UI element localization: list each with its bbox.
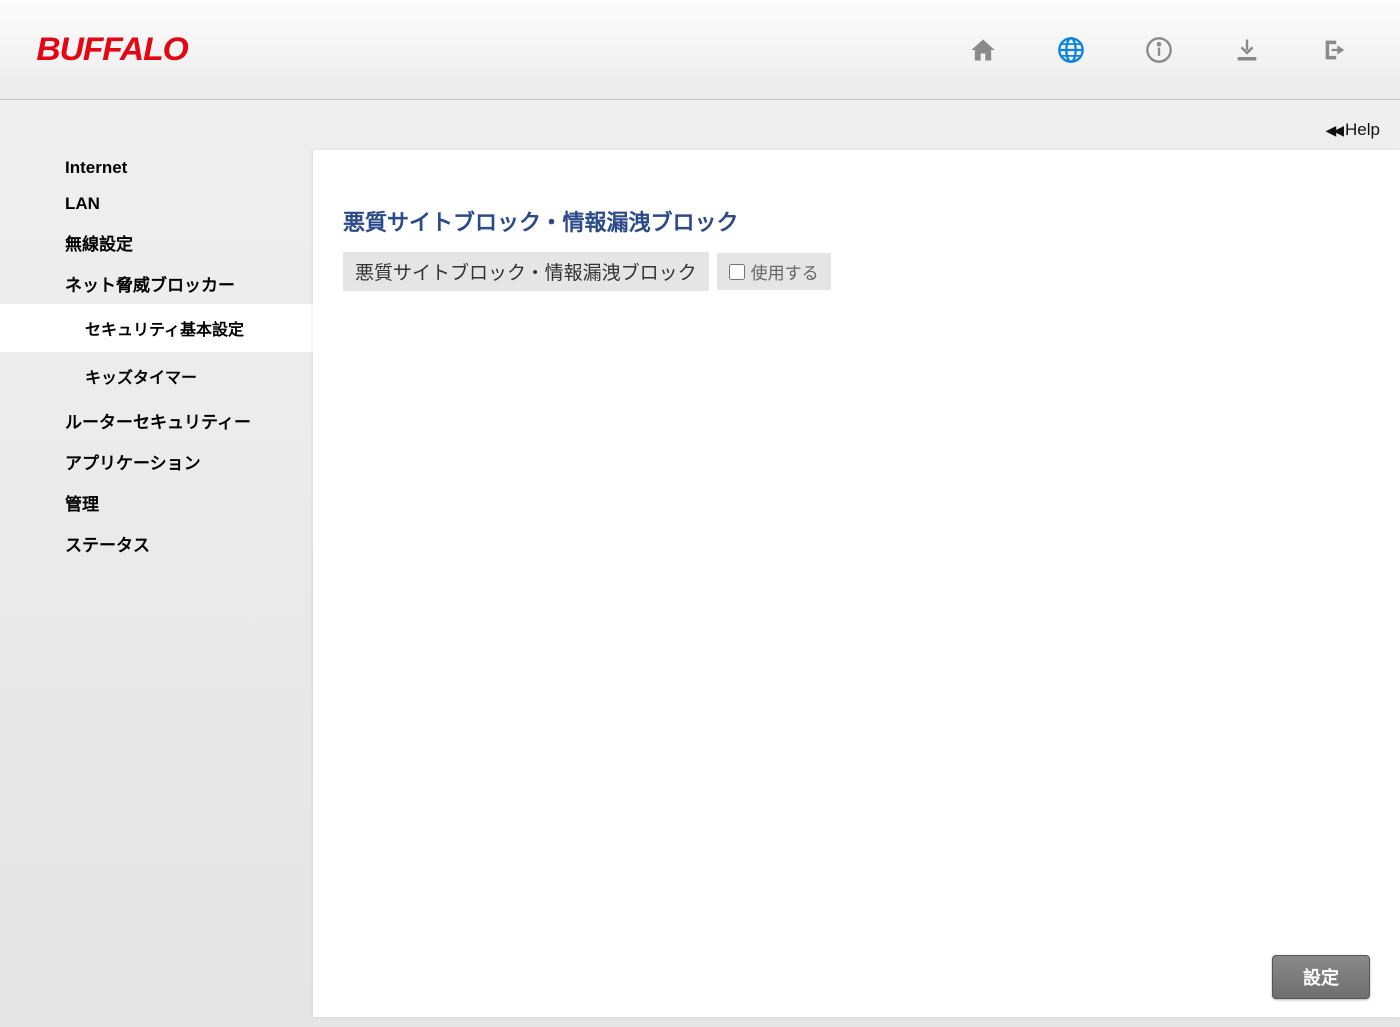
footer-button-area: 設定: [1272, 955, 1370, 999]
download-icon[interactable]: [1232, 35, 1262, 65]
header-icons: [968, 35, 1360, 65]
checkbox-label: 使用する: [751, 259, 819, 284]
sidebar-item-router-security[interactable]: ルーターセキュリティー: [0, 400, 313, 441]
info-icon[interactable]: [1144, 35, 1174, 65]
home-icon[interactable]: [968, 35, 998, 65]
setting-value: 使用する: [717, 253, 831, 290]
brand-logo: BUFFALO: [36, 31, 187, 68]
sidebar-item-internet[interactable]: Internet: [0, 150, 313, 186]
sidebar-item-lan[interactable]: LAN: [0, 186, 313, 222]
help-label: Help: [1345, 120, 1380, 140]
logout-icon[interactable]: [1320, 35, 1350, 65]
help-bar[interactable]: ◀◀ Help: [0, 100, 1400, 150]
sidebar-item-wireless[interactable]: 無線設定: [0, 222, 313, 263]
settings-button[interactable]: 設定: [1272, 955, 1370, 999]
setting-row: 悪質サイトブロック・情報漏洩ブロック 使用する: [343, 252, 1370, 291]
header: BUFFALO: [0, 0, 1400, 100]
section-title: 悪質サイトブロック・情報漏洩ブロック: [343, 205, 1370, 237]
sidebar-item-admin[interactable]: 管理: [0, 482, 313, 523]
globe-icon[interactable]: [1056, 35, 1086, 65]
main-container: Internet LAN 無線設定 ネット脅威ブロッカー セキュリティ基本設定 …: [0, 150, 1400, 1017]
setting-label: 悪質サイトブロック・情報漏洩ブロック: [343, 252, 709, 291]
content-panel: 悪質サイトブロック・情報漏洩ブロック 悪質サイトブロック・情報漏洩ブロック 使用…: [313, 150, 1400, 1017]
sidebar-item-application[interactable]: アプリケーション: [0, 441, 313, 482]
sidebar-subitem-security-basic[interactable]: セキュリティ基本設定: [0, 304, 313, 352]
use-checkbox[interactable]: [729, 264, 745, 280]
sidebar: Internet LAN 無線設定 ネット脅威ブロッカー セキュリティ基本設定 …: [0, 150, 313, 1017]
sidebar-subitem-kids-timer[interactable]: キッズタイマー: [0, 352, 313, 400]
sidebar-item-threat-blocker[interactable]: ネット脅威ブロッカー: [0, 263, 313, 304]
sidebar-item-status[interactable]: ステータス: [0, 523, 313, 564]
chevron-left-icon: ◀◀: [1325, 122, 1341, 139]
